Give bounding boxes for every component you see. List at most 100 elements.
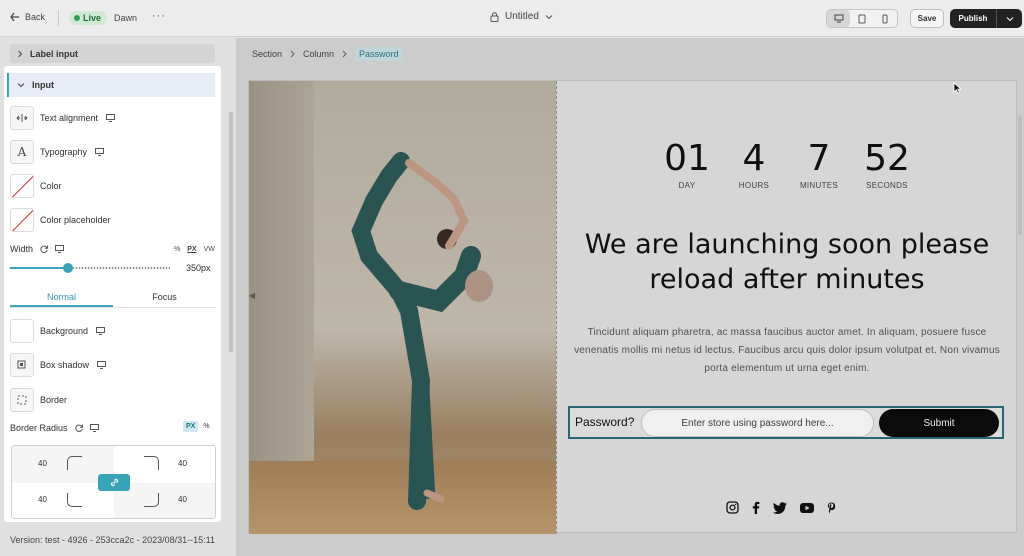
countdown-hours-value: 4 xyxy=(742,138,766,179)
desktop-icon[interactable] xyxy=(827,10,851,27)
tab-normal[interactable]: Normal xyxy=(10,288,113,307)
unit-percent[interactable]: % xyxy=(203,423,209,430)
facebook-icon[interactable] xyxy=(752,501,760,514)
border-radius-unit-selector: PX % xyxy=(183,421,210,432)
collapse-panel-icon[interactable]: ◀ xyxy=(246,286,258,304)
breadcrumb-section[interactable]: Section xyxy=(252,49,282,59)
unit-percent[interactable]: % xyxy=(174,246,180,253)
lock-icon xyxy=(490,11,499,22)
typography-icon: A xyxy=(10,140,34,164)
chevron-right-icon xyxy=(290,50,295,58)
color-setting[interactable]: Color xyxy=(10,174,62,198)
desktop-icon xyxy=(89,424,99,432)
background-swatch[interactable] xyxy=(10,319,34,343)
link-icon xyxy=(110,478,118,487)
tab-focus[interactable]: Focus xyxy=(113,288,216,307)
breadcrumb-column[interactable]: Column xyxy=(303,49,334,59)
color-swatch-empty[interactable] xyxy=(10,174,34,198)
preview-page: 01 DAY 4 HOURS 7 MINUTES 52 SECONDS We a… xyxy=(248,80,1017,534)
save-button[interactable]: Save xyxy=(910,9,944,28)
mouse-cursor-icon xyxy=(953,82,962,94)
box-shadow-icon xyxy=(10,353,34,377)
reset-icon[interactable] xyxy=(39,244,49,254)
width-unit-selector: % PX VW xyxy=(174,246,215,253)
border-icon xyxy=(10,388,34,412)
border-setting[interactable]: Border xyxy=(10,388,67,412)
live-dot-icon xyxy=(74,15,80,21)
column-divider xyxy=(556,81,557,534)
unit-vw[interactable]: VW xyxy=(204,246,215,253)
corner-bottom-left-icon xyxy=(67,493,82,507)
social-links xyxy=(726,501,836,514)
text-alignment-icon xyxy=(10,106,34,130)
publish-label: Publish xyxy=(958,14,988,23)
unit-px[interactable]: PX xyxy=(183,421,199,432)
link-corners-button[interactable] xyxy=(98,474,130,491)
youtube-icon[interactable] xyxy=(800,502,814,513)
corner-bottom-right-icon xyxy=(144,493,159,507)
twitter-icon[interactable] xyxy=(773,501,787,514)
password-form: Password? Enter store using password her… xyxy=(568,406,1004,439)
page-title-dropdown[interactable]: Untitled xyxy=(490,11,553,22)
divider xyxy=(58,10,59,26)
radius-bottom-left-value[interactable]: 40 xyxy=(38,495,47,504)
color-placeholder-setting[interactable]: Color placeholder xyxy=(10,208,111,232)
publish-button[interactable]: Publish xyxy=(950,9,1022,28)
launch-paragraph: Tincidunt aliquam pharetra, ac massa fau… xyxy=(574,327,1000,374)
top-bar: Back Live Dawn ··· Untitled Save Publish xyxy=(0,0,1024,37)
password-input[interactable]: Enter store using password here... xyxy=(641,409,874,437)
chevron-right-icon xyxy=(342,50,347,58)
section-label-input[interactable]: Label input xyxy=(10,44,215,63)
width-label: Width xyxy=(10,244,34,254)
section-input[interactable]: Input xyxy=(7,73,215,97)
pinterest-icon[interactable] xyxy=(827,502,836,514)
countdown-seconds-value: 52 xyxy=(864,138,910,179)
canvas-scrollbar[interactable] xyxy=(1018,115,1022,235)
breadcrumb-password[interactable]: Password xyxy=(355,47,403,61)
desktop-icon xyxy=(97,361,107,369)
box-shadow-label: Box shadow xyxy=(40,360,90,370)
instagram-icon[interactable] xyxy=(726,501,739,514)
width-slider-track xyxy=(72,267,170,269)
mobile-icon[interactable] xyxy=(874,10,897,27)
yoga-figure-illustration xyxy=(351,152,493,510)
chevron-down-icon xyxy=(545,14,553,19)
color-placeholder-swatch-empty[interactable] xyxy=(10,208,34,232)
background-label: Background xyxy=(40,326,89,336)
more-icon[interactable]: ··· xyxy=(152,10,166,22)
panel-scrollbar[interactable] xyxy=(229,112,233,352)
publish-options-chevron-icon[interactable] xyxy=(996,9,1022,28)
chevron-down-icon xyxy=(17,83,25,88)
password-label: Password? xyxy=(575,415,635,429)
tablet-icon[interactable] xyxy=(850,10,873,27)
live-label: Live xyxy=(83,13,102,23)
corner-top-right-icon xyxy=(144,456,159,470)
typography-setting[interactable]: A Typography xyxy=(10,140,105,164)
radius-bottom-right-value[interactable]: 40 xyxy=(178,495,187,504)
width-slider-handle[interactable] xyxy=(63,263,73,273)
radius-top-left-value[interactable]: 40 xyxy=(38,459,47,468)
color-placeholder-label: Color placeholder xyxy=(40,215,111,225)
text-alignment-label: Text alignment xyxy=(40,113,99,123)
width-value: 350px xyxy=(186,263,211,273)
width-slider[interactable] xyxy=(10,263,170,273)
theme-name: Dawn xyxy=(114,13,138,23)
launch-headline: We are launching soon please reload afte… xyxy=(584,229,990,295)
chevron-right-icon xyxy=(18,50,23,57)
back-arrow-icon xyxy=(10,12,19,22)
device-switcher xyxy=(826,9,898,28)
reset-icon[interactable] xyxy=(74,423,84,433)
unit-px[interactable]: PX xyxy=(187,246,196,253)
submit-button[interactable]: Submit xyxy=(879,409,999,437)
section-label-input-title: Label input xyxy=(30,48,78,59)
radius-top-right-value[interactable]: 40 xyxy=(178,459,187,468)
page-title: Untitled xyxy=(505,11,539,22)
border-radius-label: Border Radius xyxy=(10,423,68,433)
back-button[interactable]: Back xyxy=(10,12,45,22)
background-setting[interactable]: Background xyxy=(10,319,106,343)
box-shadow-setting[interactable]: Box shadow xyxy=(10,353,107,377)
text-alignment-setting[interactable]: Text alignment xyxy=(10,106,116,130)
countdown-minutes-label: MINUTES xyxy=(799,181,839,190)
state-tabs: Normal Focus xyxy=(10,288,216,308)
width-slider-fill xyxy=(10,267,68,269)
